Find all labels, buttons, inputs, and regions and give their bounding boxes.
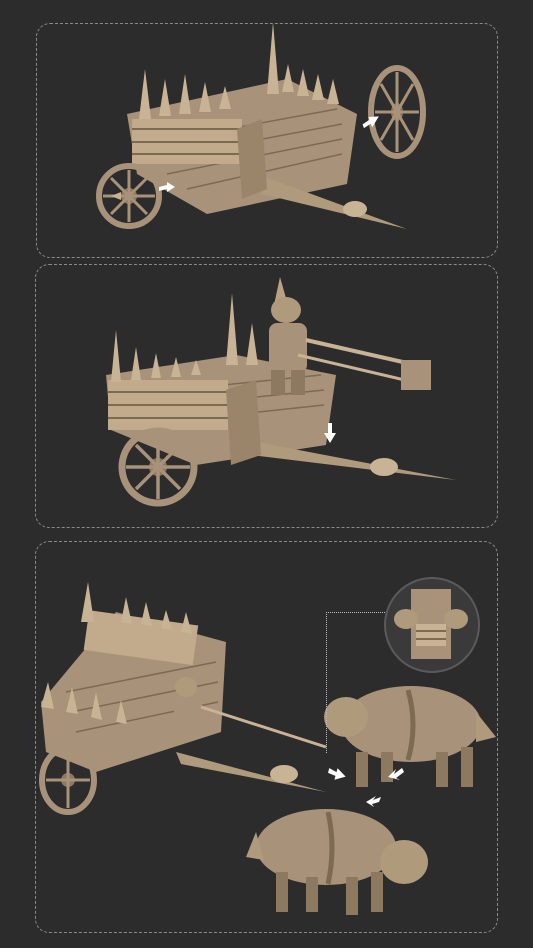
goblin-driver xyxy=(269,277,431,395)
arrow-wolf-hitch-bottom-icon xyxy=(366,796,381,807)
assembly-step-3-panel xyxy=(35,541,498,933)
chariot-driver-illustration xyxy=(106,277,456,507)
chariot-frame-illustration xyxy=(96,24,426,229)
goblin-driver xyxy=(174,677,327,749)
wheel xyxy=(39,745,97,815)
arrow-wolf-hitch-left-icon xyxy=(328,768,346,780)
wolf-bottom xyxy=(246,809,428,915)
wheel xyxy=(118,427,198,507)
harness-detail-inset xyxy=(384,577,480,673)
right-wheel xyxy=(368,65,426,159)
detail-leader-line xyxy=(326,612,387,753)
assembly-step-1-panel xyxy=(36,23,498,258)
left-wheel xyxy=(96,163,162,229)
assembly-step-2-panel xyxy=(35,264,498,528)
harness-closeup-illustration xyxy=(394,589,468,659)
